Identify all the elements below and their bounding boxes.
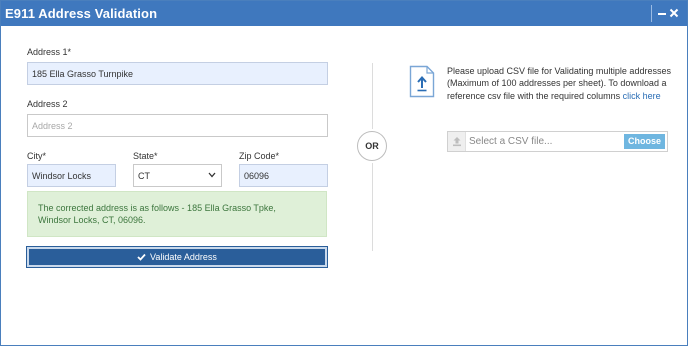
- alert-line-1: The corrected address is as follows - 18…: [38, 203, 276, 213]
- state-label: State*: [133, 151, 158, 161]
- divider-line-top: [372, 63, 373, 129]
- choose-file-button[interactable]: Choose: [624, 134, 665, 149]
- address2-label: Address 2: [27, 99, 68, 109]
- zip-input[interactable]: 06096: [239, 164, 328, 187]
- upload-icon-cell: [448, 132, 466, 151]
- zip-label: Zip Code*: [239, 151, 280, 161]
- upload-instructions: Please upload CSV file for Validating mu…: [447, 65, 672, 102]
- upload-file-icon: [409, 65, 435, 98]
- close-icon[interactable]: [668, 5, 682, 21]
- upload-icon: [453, 137, 461, 147]
- csv-file-placeholder: Select a CSV file...: [469, 136, 553, 147]
- divider-line-bottom: [372, 163, 373, 251]
- state-selected-value: CT: [138, 171, 150, 181]
- alert-line-2: Windsor Locks, CT, 06096.: [38, 215, 146, 225]
- chevron-down-icon: [208, 172, 216, 178]
- address1-label: Address 1*: [27, 47, 72, 57]
- validate-address-button[interactable]: Validate Address: [26, 246, 328, 268]
- address1-input[interactable]: 185 Ella Grasso Turnpike: [27, 62, 328, 85]
- check-icon: [137, 253, 146, 261]
- city-input[interactable]: Windsor Locks: [27, 164, 116, 187]
- city-label: City*: [27, 151, 47, 161]
- state-select[interactable]: CT: [133, 164, 222, 187]
- or-divider: OR: [357, 131, 387, 161]
- address2-input[interactable]: Address 2: [27, 114, 328, 137]
- validate-address-label: Validate Address: [150, 252, 217, 262]
- download-template-link[interactable]: click here: [623, 91, 661, 101]
- address-validation-dialog: E911 Address Validation Address 1* 185 E…: [0, 0, 688, 346]
- title-bar: E911 Address Validation: [1, 1, 687, 26]
- corrected-address-alert: The corrected address is as follows - 18…: [27, 191, 327, 237]
- dialog-title: E911 Address Validation: [5, 6, 158, 21]
- titlebar-divider: [651, 5, 652, 22]
- csv-file-picker[interactable]: Select a CSV file... Choose: [447, 131, 668, 152]
